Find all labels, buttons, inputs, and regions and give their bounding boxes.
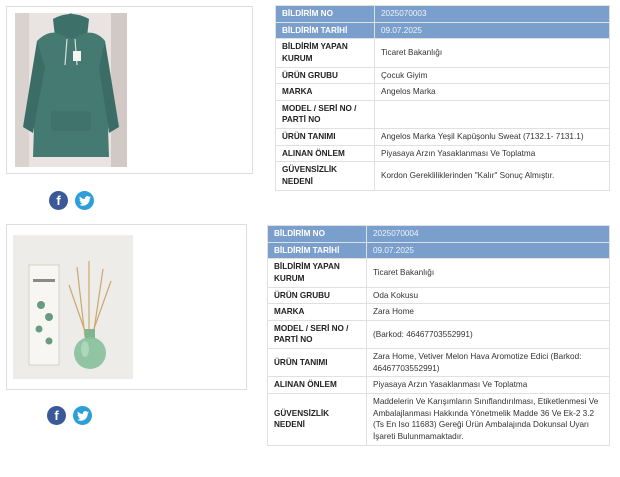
label-guvensizlik-nedeni: GÜVENSİZLİK NEDENİ <box>267 393 367 446</box>
label-bildirim-no: BİLDİRİM NO <box>275 5 375 23</box>
value-urun-tanimi: Angelos Marka Yeşil Kapüşonlu Sweat (713… <box>374 128 610 146</box>
table-row: MODEL / SERİ NO / PARTİ NO <box>275 99 610 130</box>
value-alinan-onlem: Piyasaya Arzın Yasaklanması Ve Toplatma <box>374 144 610 163</box>
value-alinan-onlem: Piyasaya Arzın Yasaklanması Ve Toplatma <box>366 376 610 395</box>
label-model: MODEL / SERİ NO / PARTİ NO <box>275 99 375 130</box>
label-model: MODEL / SERİ NO / PARTİ NO <box>267 319 367 350</box>
table-row: BİLDİRİM TARİHİ 09.07.2025 <box>275 21 610 40</box>
share-buttons-2: f <box>47 406 92 425</box>
value-model <box>374 99 610 130</box>
table-row: GÜVENSİZLİK NEDENİ Maddelerin Ve Karışım… <box>267 393 610 446</box>
table-row: BİLDİRİM TARİHİ 09.07.2025 <box>267 241 610 260</box>
table-row: GÜVENSİZLİK NEDENİ Kordon Gereklilikleri… <box>275 161 610 191</box>
label-urun-tanimi: ÜRÜN TANIMI <box>275 128 375 146</box>
product-image-2[interactable] <box>7 225 246 389</box>
value-model: (Barkod: 46467703552991) <box>366 319 610 350</box>
value-bildirim-tarihi: 09.07.2025 <box>366 241 610 260</box>
label-alinan-onlem: ALINAN ÖNLEM <box>267 376 367 395</box>
label-alinan-onlem: ALINAN ÖNLEM <box>275 144 375 163</box>
table-row: ALINAN ÖNLEM Piyasaya Arzın Yasaklanması… <box>267 376 610 395</box>
value-urun-tanimi: Zara Home, Vetiver Melon Hava Aromotize … <box>366 348 610 378</box>
value-bildirim-no: 2025070003 <box>374 5 610 23</box>
label-bildirim-tarihi: BİLDİRİM TARİHİ <box>267 241 367 260</box>
facebook-icon[interactable]: f <box>49 191 68 210</box>
value-guvensizlik-nedeni: Kordon Gerekliliklerinden "Kalır" Sonuç … <box>374 161 610 191</box>
label-marka: MARKA <box>267 303 367 321</box>
value-urun-grubu: Çocuk Giyim <box>374 66 610 85</box>
value-kurum: Ticaret Bakanlığı <box>366 258 610 288</box>
table-row: BİLDİRİM YAPAN KURUM Ticaret Bakanlığı <box>267 258 610 288</box>
table-row: ÜRÜN GRUBU Oda Kokusu <box>267 286 610 305</box>
value-guvensizlik-nedeni: Maddelerin Ve Karışımların Sınıflandırıl… <box>366 393 610 446</box>
label-kurum: BİLDİRİM YAPAN KURUM <box>267 258 367 288</box>
table-row: ÜRÜN GRUBU Çocuk Giyim <box>275 66 610 85</box>
value-bildirim-tarihi: 09.07.2025 <box>374 21 610 40</box>
label-urun-tanimi: ÜRÜN TANIMI <box>267 348 367 378</box>
value-bildirim-no: 2025070004 <box>366 225 610 243</box>
record-table-2: BİLDİRİM NO 2025070004 BİLDİRİM TARİHİ 0… <box>267 225 610 446</box>
label-bildirim-no: BİLDİRİM NO <box>267 225 367 243</box>
table-row: ÜRÜN TANIMI Zara Home, Vetiver Melon Hav… <box>267 348 610 378</box>
label-guvensizlik-nedeni: GÜVENSİZLİK NEDENİ <box>275 161 375 191</box>
facebook-icon[interactable]: f <box>47 406 66 425</box>
twitter-icon[interactable] <box>75 191 94 210</box>
table-row: MODEL / SERİ NO / PARTİ NO (Barkod: 4646… <box>267 319 610 350</box>
product-image-1[interactable] <box>7 7 252 173</box>
label-urun-grubu: ÜRÜN GRUBU <box>275 66 375 85</box>
value-kurum: Ticaret Bakanlığı <box>374 38 610 68</box>
label-marka: MARKA <box>275 83 375 101</box>
twitter-icon[interactable] <box>73 406 92 425</box>
table-row: BİLDİRİM NO 2025070003 <box>275 5 610 23</box>
table-row: BİLDİRİM YAPAN KURUM Ticaret Bakanlığı <box>275 38 610 68</box>
value-urun-grubu: Oda Kokusu <box>366 286 610 305</box>
product-image-frame-2 <box>6 224 247 390</box>
share-buttons-1: f <box>49 191 94 210</box>
label-bildirim-tarihi: BİLDİRİM TARİHİ <box>275 21 375 40</box>
value-marka: Zara Home <box>366 303 610 321</box>
table-row: MARKA Zara Home <box>267 303 610 321</box>
label-kurum: BİLDİRİM YAPAN KURUM <box>275 38 375 68</box>
table-row: ALINAN ÖNLEM Piyasaya Arzın Yasaklanması… <box>275 144 610 163</box>
table-row: ÜRÜN TANIMI Angelos Marka Yeşil Kapüşonl… <box>275 128 610 146</box>
label-urun-grubu: ÜRÜN GRUBU <box>267 286 367 305</box>
table-row: MARKA Angelos Marka <box>275 83 610 101</box>
value-marka: Angelos Marka <box>374 83 610 101</box>
table-row: BİLDİRİM NO 2025070004 <box>267 225 610 243</box>
record-table-1: BİLDİRİM NO 2025070003 BİLDİRİM TARİHİ 0… <box>275 5 610 191</box>
product-image-frame-1 <box>6 6 253 174</box>
